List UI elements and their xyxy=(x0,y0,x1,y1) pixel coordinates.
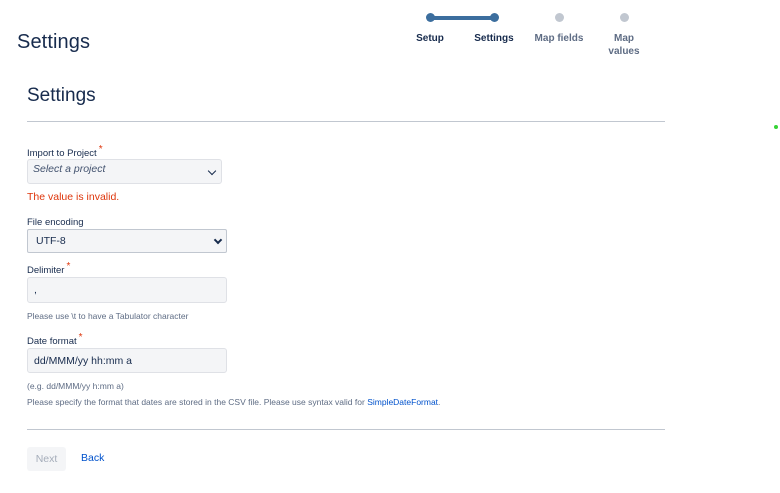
step-label: Map fields xyxy=(534,33,584,44)
date-format-label: Date format * xyxy=(27,332,83,347)
chevron-down-icon xyxy=(207,166,217,176)
project-error-message: The value is invalid. xyxy=(27,191,120,203)
step-dot-icon xyxy=(555,13,564,22)
next-button[interactable]: Next xyxy=(27,447,66,471)
back-link[interactable]: Back xyxy=(81,452,104,464)
status-dot-icon xyxy=(774,125,778,129)
encoding-value: UTF-8 xyxy=(36,235,66,247)
step-dot-icon xyxy=(426,13,435,22)
section-title: Settings xyxy=(27,85,96,106)
date-format-example: (e.g. dd/MMM/yy h:mm a) xyxy=(27,381,124,391)
step-label: Settings xyxy=(474,33,514,44)
delimiter-label: Delimiter * xyxy=(27,261,71,276)
encoding-select[interactable]: UTF-8 xyxy=(27,229,227,253)
date-format-input[interactable] xyxy=(27,348,227,373)
chevron-down-icon xyxy=(213,235,223,245)
required-mark: * xyxy=(98,144,103,155)
step-dot-icon xyxy=(620,13,629,22)
delimiter-help: Please use \t to have a Tabulator charac… xyxy=(27,311,189,321)
section-divider xyxy=(27,121,665,122)
required-mark: * xyxy=(78,332,83,343)
simpledateformat-link[interactable]: SimpleDateFormat xyxy=(367,397,438,407)
delimiter-input[interactable] xyxy=(27,277,227,303)
step-dot-icon xyxy=(490,13,499,22)
project-select-placeholder: Select a project xyxy=(33,163,106,175)
date-format-help: Please specify the format that dates are… xyxy=(27,397,441,407)
progress-tracker: Setup Settings Map fields Map values xyxy=(400,0,660,70)
page-title: Settings xyxy=(17,31,91,53)
encoding-label: File encoding xyxy=(27,217,84,228)
step-label: Setup xyxy=(416,33,444,44)
step-label: Map values xyxy=(608,33,640,57)
progress-line xyxy=(430,16,494,20)
project-select[interactable]: Select a project xyxy=(27,159,222,184)
footer-divider xyxy=(27,429,665,430)
required-mark: * xyxy=(66,261,71,272)
project-label: Import to Project * xyxy=(27,144,103,159)
